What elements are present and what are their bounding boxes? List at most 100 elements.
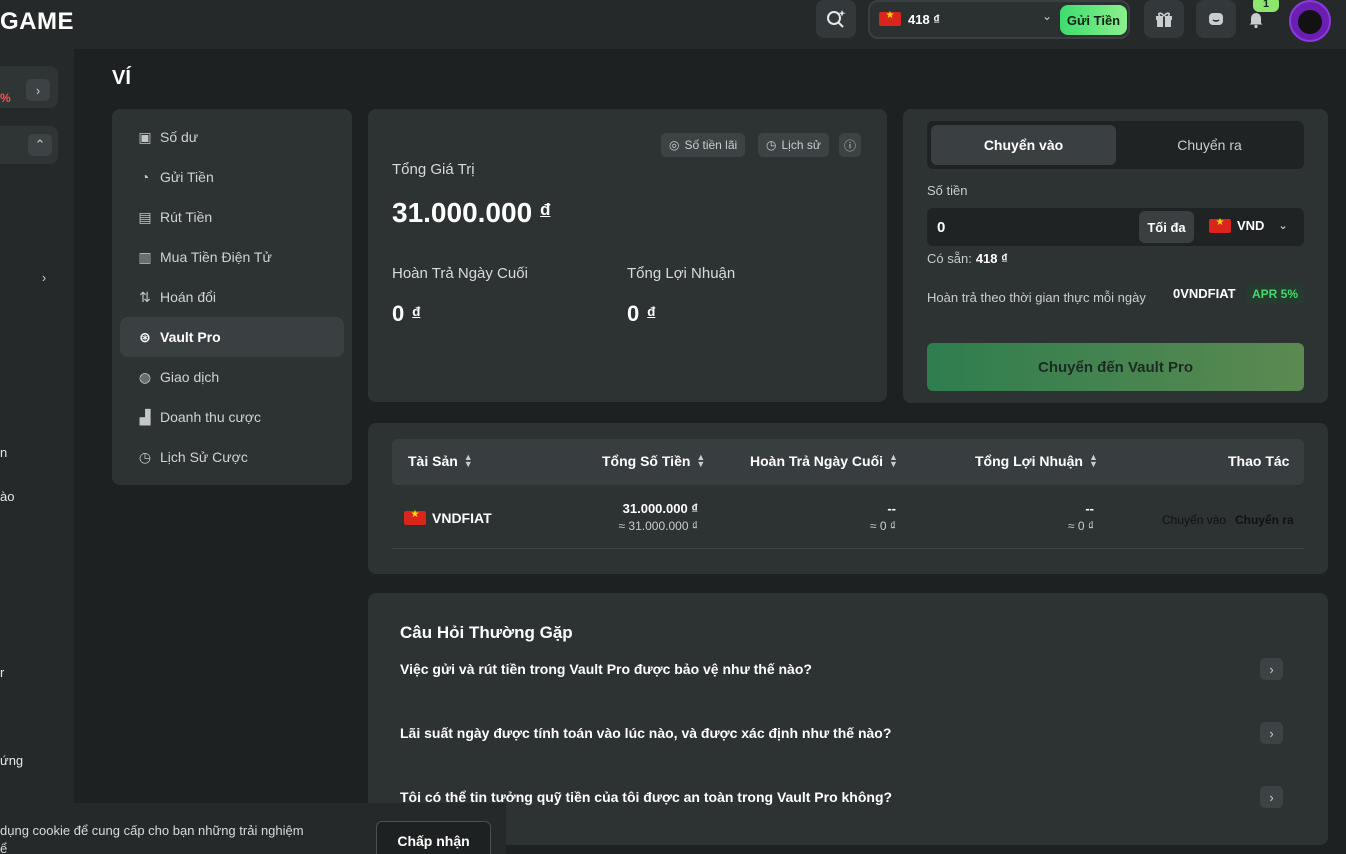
available-label: Có sẵn: xyxy=(927,251,972,266)
column-total-amount[interactable]: Tổng Số Tiền ▲ ▼ xyxy=(602,453,705,470)
sidebar-item-buy-crypto[interactable]: ▥ Mua Tiền Điện Tử xyxy=(120,237,344,277)
sidebar-item-label: Rút Tiền xyxy=(160,209,213,225)
sidebar-item-vault-pro[interactable]: ⊛ Vault Pro xyxy=(120,317,344,357)
transfer-to-vault-button[interactable]: Chuyển đến Vault Pro xyxy=(927,343,1304,391)
sidebar-item-fragment[interactable]: ứng xyxy=(0,753,23,768)
column-label: Hoàn Trả Ngày Cuối xyxy=(750,453,884,469)
promo-percent: % xyxy=(0,91,11,105)
buy-crypto-icon: ▥ xyxy=(138,248,152,265)
sidebar-item-withdraw[interactable]: ▤ Rút Tiền xyxy=(120,197,344,237)
total-amount-converted: ≈ 31.000.000 ₫ xyxy=(618,519,698,533)
sidebar-item-transactions[interactable]: ◍ Giao dịch xyxy=(120,357,344,397)
currency-symbol: đ xyxy=(412,303,421,319)
sort-icon[interactable]: ▲ ▼ xyxy=(464,453,473,469)
column-label: Tài Sản xyxy=(408,453,458,469)
sort-icon[interactable]: ▲ ▼ xyxy=(1089,453,1098,469)
sidebar-item-label: Gửi Tiền xyxy=(160,169,214,185)
sidebar-item-bet-history[interactable]: ◷ Lịch Sử Cược xyxy=(120,437,344,477)
chart-icon: ▟ xyxy=(139,408,151,425)
column-last-day-refund[interactable]: Hoàn Trả Ngày Cuối ▲ ▼ xyxy=(750,453,898,470)
vault-icon: ⊛ xyxy=(139,328,151,345)
info-button[interactable]: ⓘ xyxy=(839,133,862,157)
sidebar-item-swap[interactable]: ⇅ Hoán đổi xyxy=(120,277,344,317)
accept-cookies-button[interactable]: Chấp nhận xyxy=(376,821,491,854)
search-button[interactable] xyxy=(816,0,856,38)
history-button[interactable]: ◷ Lịch sử xyxy=(758,133,829,157)
sidebar-item-balance[interactable]: ▣ Số dư xyxy=(120,117,344,157)
row-transfer-out-link[interactable]: Chuyển ra xyxy=(1235,513,1294,527)
chevron-right-icon[interactable]: › xyxy=(26,79,50,101)
profit-amount: -- xyxy=(1085,501,1094,516)
chat-button[interactable] xyxy=(1196,0,1236,38)
sidebar-item-label: Giao dịch xyxy=(160,369,220,385)
transfer-tabs: Chuyển vào Chuyển ra xyxy=(927,121,1304,169)
interest-button[interactable]: ◎ Số tiền lãi xyxy=(661,133,746,157)
chevron-up-icon[interactable]: ⌃ xyxy=(28,134,52,156)
main-sidebar: % › ⌃ › n ào r ứng xyxy=(0,49,74,854)
last-day-refund-label: Hoàn Trả Ngày Cuối xyxy=(392,265,528,282)
history-button-label: Lịch sử xyxy=(781,138,821,152)
faq-question[interactable]: Lãi suất ngày được tính toán vào lúc nào… xyxy=(400,725,891,741)
last-day-refund-amount: 0 xyxy=(392,301,405,326)
sidebar-item-fragment[interactable]: r xyxy=(0,665,4,680)
refund-cell: -- ≈ 0 ₫ xyxy=(870,501,896,533)
chevron-right-icon[interactable]: › xyxy=(32,266,56,288)
max-button[interactable]: Tối đa xyxy=(1139,211,1194,243)
row-transfer-in-link[interactable]: Chuyển vào xyxy=(1162,513,1226,527)
clock-icon: ◷ xyxy=(138,448,152,465)
site-logo[interactable]: GAME xyxy=(0,8,74,36)
cookie-text-line: ể xyxy=(0,841,8,854)
total-profit-amount: 0 xyxy=(627,301,640,326)
sidebar-item-fragment[interactable]: n xyxy=(0,445,7,460)
chevron-down-icon[interactable]: ⌄ xyxy=(1042,9,1052,23)
sidebar-item-fragment[interactable]: ào xyxy=(0,489,14,504)
sidebar-item-label: Hoán đổi xyxy=(160,289,217,305)
profit-converted: ≈ 0 ₫ xyxy=(1067,519,1094,533)
wallet-menu: ▣ Số dư ◔ Gửi Tiền ▤ Rút Tiền ▥ Mua Tiền… xyxy=(112,109,352,485)
total-profit: 0đ xyxy=(627,301,655,327)
asset-cell: VNDFIAT xyxy=(404,509,492,526)
sidebar-item-deposit[interactable]: ◔ Gửi Tiền xyxy=(120,157,344,197)
amount-input[interactable]: 0 xyxy=(937,219,945,236)
amount-field[interactable]: 0 Tối đa VND ⌄ xyxy=(927,208,1304,246)
sidebar-item-bet-revenue[interactable]: ▟ Doanh thu cược xyxy=(120,397,344,437)
sidebar-item-label: Số dư xyxy=(160,129,199,145)
currency-select[interactable]: VND ⌄ xyxy=(1209,217,1288,233)
column-total-profit[interactable]: Tổng Lợi Nhuận ▲ ▼ xyxy=(975,453,1098,470)
wallet-balance: 418 ₫ xyxy=(908,12,940,27)
deposit-button[interactable]: Gửi Tiền xyxy=(1060,5,1127,35)
top-bar: GAME 418 ₫ ⌄ Gửi Tiền 1 xyxy=(0,0,1346,49)
profit-cell: -- ≈ 0 ₫ xyxy=(1068,501,1094,533)
clock-icon: ◷ xyxy=(766,138,777,152)
column-asset[interactable]: Tài Sản ▲ ▼ xyxy=(408,453,473,470)
chevron-right-icon[interactable]: › xyxy=(1260,722,1283,744)
column-label: Tổng Số Tiền xyxy=(602,453,691,469)
asset-name: VNDFIAT xyxy=(432,510,492,526)
sort-icon[interactable]: ▲ ▼ xyxy=(889,453,898,469)
wallet-selector[interactable]: 418 ₫ ⌄ Gửi Tiền xyxy=(868,0,1130,39)
coin-icon: ◎ xyxy=(669,138,680,152)
total-amount-cell: 31.000.000 ₫ ≈ 31.000.000 ₫ xyxy=(619,501,698,533)
bell-icon xyxy=(1249,13,1263,29)
faq-question[interactable]: Việc gửi và rút tiền trong Vault Pro đượ… xyxy=(400,661,812,677)
cookie-text-line: dụng cookie để cung cấp cho bạn những tr… xyxy=(0,823,304,838)
available-value: 418 ₫ xyxy=(975,251,1008,266)
currency-symbol: đ xyxy=(647,303,656,319)
tab-transfer-out[interactable]: Chuyển ra xyxy=(1117,125,1302,165)
total-value-card: ◎ Số tiền lãi ◷ Lịch sử ⓘ Tổng Giá Trị 3… xyxy=(368,109,887,402)
chat-icon xyxy=(1209,13,1223,25)
chevron-right-icon[interactable]: › xyxy=(1260,786,1283,808)
faq-title: Câu Hỏi Thường Gặp xyxy=(400,623,573,642)
transfer-card: Chuyển vào Chuyển ra Số tiền 0 Tối đa VN… xyxy=(903,109,1328,403)
refund-converted: ≈ 0 ₫ xyxy=(869,519,896,533)
chevron-right-icon[interactable]: › xyxy=(1260,658,1283,680)
notification-badge: 1 xyxy=(1253,0,1279,12)
refund-amount: -- xyxy=(887,501,896,516)
search-icon xyxy=(827,10,846,28)
gift-icon xyxy=(1156,12,1172,27)
tab-transfer-in[interactable]: Chuyển vào xyxy=(931,125,1116,165)
gift-button[interactable] xyxy=(1144,0,1184,38)
avatar[interactable] xyxy=(1289,0,1331,42)
sort-icon[interactable]: ▲ ▼ xyxy=(696,453,705,469)
sidebar-item-label: Mua Tiền Điện Tử xyxy=(160,249,272,265)
